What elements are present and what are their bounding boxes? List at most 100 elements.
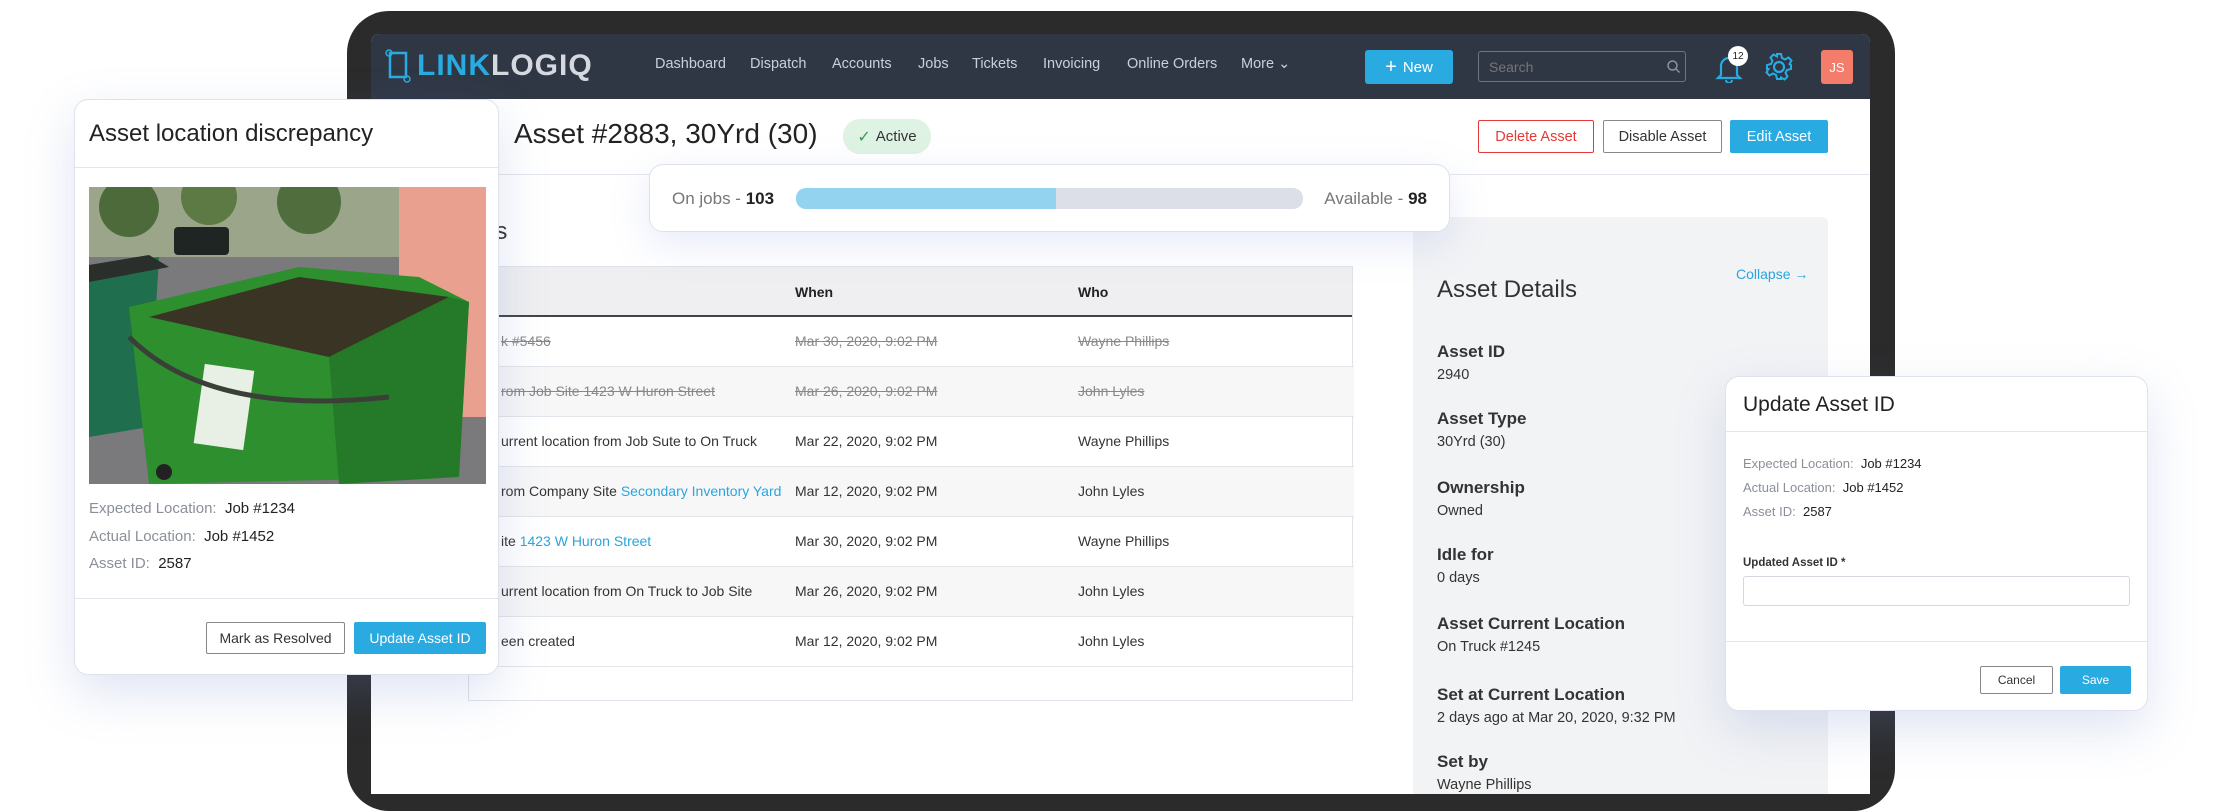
avatar[interactable]: JS — [1821, 50, 1853, 84]
discrepancy-title: Asset location discrepancy — [89, 120, 374, 147]
detail-value[interactable]: On Truck #1245 — [1437, 639, 1540, 655]
available-count: 98 — [1408, 189, 1427, 208]
row-description-text: k #5456 — [501, 333, 551, 349]
row-description: rom Job Site 1423 W Huron Street — [501, 383, 715, 399]
nav-online-orders[interactable]: Online Orders — [1127, 56, 1217, 72]
updated-asset-id-label: Updated Asset ID * — [1743, 557, 1846, 569]
dialog-actual-row: Actual Location: Job #1452 — [1743, 480, 1903, 495]
row-who: John Lyles — [1078, 583, 1145, 599]
dialog-expected-value: Job #1234 — [1860, 456, 1922, 471]
detail-label: Asset Current Location — [1437, 614, 1625, 633]
table-row[interactable]: rom Job Site 1423 W Huron Street Mar 26,… — [469, 367, 1354, 417]
dialog-actual-label: Actual Location: — [1743, 480, 1836, 495]
logo[interactable]: LINK LOGIQ — [385, 48, 593, 84]
detail-value[interactable]: Wayne Phillips — [1437, 777, 1532, 793]
row-description-text: rom Job Site 1423 W Huron Street — [501, 383, 715, 399]
available-label: Available - — [1324, 189, 1409, 208]
expected-location-row: Expected Location: Job #1234 — [89, 500, 295, 517]
status-text: Active — [875, 128, 917, 145]
mark-resolved-button[interactable]: Mark as Resolved — [206, 622, 345, 654]
row-description: urrent location from On Truck to Job Sit… — [501, 583, 752, 599]
availability-bar — [796, 188, 1303, 209]
availability-bar-fill — [796, 188, 1056, 209]
delete-asset-button[interactable]: Delete Asset — [1478, 120, 1594, 153]
detail-label: Asset ID — [1437, 342, 1506, 361]
column-who: Who — [1078, 284, 1109, 300]
table-row[interactable]: rom Company Site Secondary Inventory Yar… — [469, 467, 1354, 517]
logo-icon — [385, 49, 411, 83]
table-row[interactable]: een created Mar 12, 2020, 9:02 PM John L… — [469, 617, 1354, 667]
detail-label: Asset Type — [1437, 409, 1527, 428]
edit-asset-button[interactable]: Edit Asset — [1730, 120, 1828, 153]
discrepancy-card: Asset location discrepancy Expected Loca… — [74, 99, 499, 675]
row-who: John Lyles — [1078, 383, 1145, 399]
save-button[interactable]: Save — [2060, 666, 2131, 694]
update-asset-id-button[interactable]: Update Asset ID — [354, 622, 486, 654]
asset-id-row: Asset ID: 2587 — [89, 555, 192, 572]
dialog-title: Update Asset ID — [1743, 393, 1895, 416]
nav-jobs[interactable]: Jobs — [918, 56, 949, 72]
dialog-actual-value: Job #1452 — [1842, 480, 1904, 495]
dialog-expected-label: Expected Location: — [1743, 456, 1854, 471]
detail-value[interactable]: 30Yrd (30) — [1437, 434, 1506, 450]
row-who: Wayne Phillips — [1078, 433, 1170, 449]
update-asset-id-dialog: Update Asset ID Expected Location: Job #… — [1725, 376, 2148, 711]
nav-accounts[interactable]: Accounts — [832, 56, 892, 72]
gear-icon[interactable] — [1764, 52, 1794, 82]
row-location-link[interactable]: 1423 W Huron Street — [520, 533, 652, 549]
history-table: When Who k #5456 Mar 30, 2020, 9:02 PM W… — [468, 266, 1354, 701]
updated-asset-id-input[interactable] — [1743, 576, 2130, 606]
table-row[interactable]: ite 1423 W Huron Street Mar 30, 2020, 9:… — [469, 517, 1354, 567]
availability-card: On jobs - 103 Available - 98 — [649, 164, 1450, 232]
row-description-text: urrent location from Job Sute to On Truc… — [501, 433, 758, 449]
detail-label: Ownership — [1437, 478, 1525, 497]
actual-location-row: Actual Location: Job #1452 — [89, 528, 274, 545]
table-row[interactable]: urrent location from On Truck to Job Sit… — [469, 567, 1354, 617]
row-who: Wayne Phillips — [1078, 533, 1170, 549]
nav-more-label: More — [1241, 56, 1275, 72]
detail-value[interactable]: 2940 — [1437, 367, 1469, 383]
dialog-footer-divider — [1726, 641, 2147, 642]
row-description: ite 1423 W Huron Street — [501, 533, 651, 549]
actual-location-value: Job #1452 — [204, 528, 275, 545]
row-who: John Lyles — [1078, 633, 1145, 649]
nav-more[interactable]: More ⌄ — [1241, 56, 1290, 72]
row-when: Mar 26, 2020, 9:02 PM — [795, 383, 938, 399]
disable-asset-button[interactable]: Disable Asset — [1603, 120, 1722, 153]
detail-value: 0 days — [1437, 570, 1480, 586]
row-location-link[interactable]: Secondary Inventory Yard — [621, 483, 782, 499]
notification-badge: 12 — [1728, 46, 1748, 66]
row-when: Mar 26, 2020, 9:02 PM — [795, 583, 938, 599]
detail-label: Set at Current Location — [1437, 685, 1625, 704]
on-jobs-label: On jobs - — [672, 189, 746, 208]
details-title: Asset Details — [1437, 276, 1578, 303]
row-when: Mar 22, 2020, 9:02 PM — [795, 433, 938, 449]
dialog-asset-id-row: Asset ID: 2587 — [1743, 504, 1832, 519]
detail-label: Set by — [1437, 752, 1489, 771]
detail-value: 2 days ago at Mar 20, 2020, 9:32 PM — [1437, 710, 1676, 726]
column-when: When — [795, 284, 834, 300]
row-description-text: een created — [501, 633, 575, 649]
nav-dashboard[interactable]: Dashboard — [655, 56, 726, 72]
nav-invoicing[interactable]: Invoicing — [1043, 56, 1100, 72]
table-row[interactable]: urrent location from Job Sute to On Truc… — [469, 417, 1354, 467]
app-screen: LINK LOGIQ Dashboard Dispatch Accounts Jo… — [371, 34, 1870, 794]
logo-text-link: LINK — [417, 49, 491, 82]
row-description: k #5456 — [501, 333, 551, 349]
row-description-text: rom Company Site — [501, 483, 621, 499]
new-button[interactable]: + New — [1365, 50, 1453, 84]
expected-location-label: Expected Location: — [89, 500, 217, 517]
available-text: Available - 98 — [1324, 189, 1427, 209]
nav-tickets[interactable]: Tickets — [972, 56, 1017, 72]
row-description: een created — [501, 633, 575, 649]
chevron-down-icon: ⌄ — [1278, 56, 1291, 72]
row-when: Mar 30, 2020, 9:02 PM — [795, 333, 938, 349]
nav-dispatch[interactable]: Dispatch — [750, 56, 806, 72]
expected-location-value: Job #1234 — [224, 500, 296, 517]
collapse-link[interactable]: Collapse → — [1736, 266, 1808, 282]
search-input[interactable] — [1478, 51, 1686, 82]
row-who: Wayne Phillips — [1078, 333, 1170, 349]
table-row[interactable]: k #5456 Mar 30, 2020, 9:02 PM Wayne Phil… — [469, 317, 1354, 367]
on-jobs-text: On jobs - 103 — [672, 189, 774, 209]
cancel-button[interactable]: Cancel — [1980, 666, 2053, 694]
